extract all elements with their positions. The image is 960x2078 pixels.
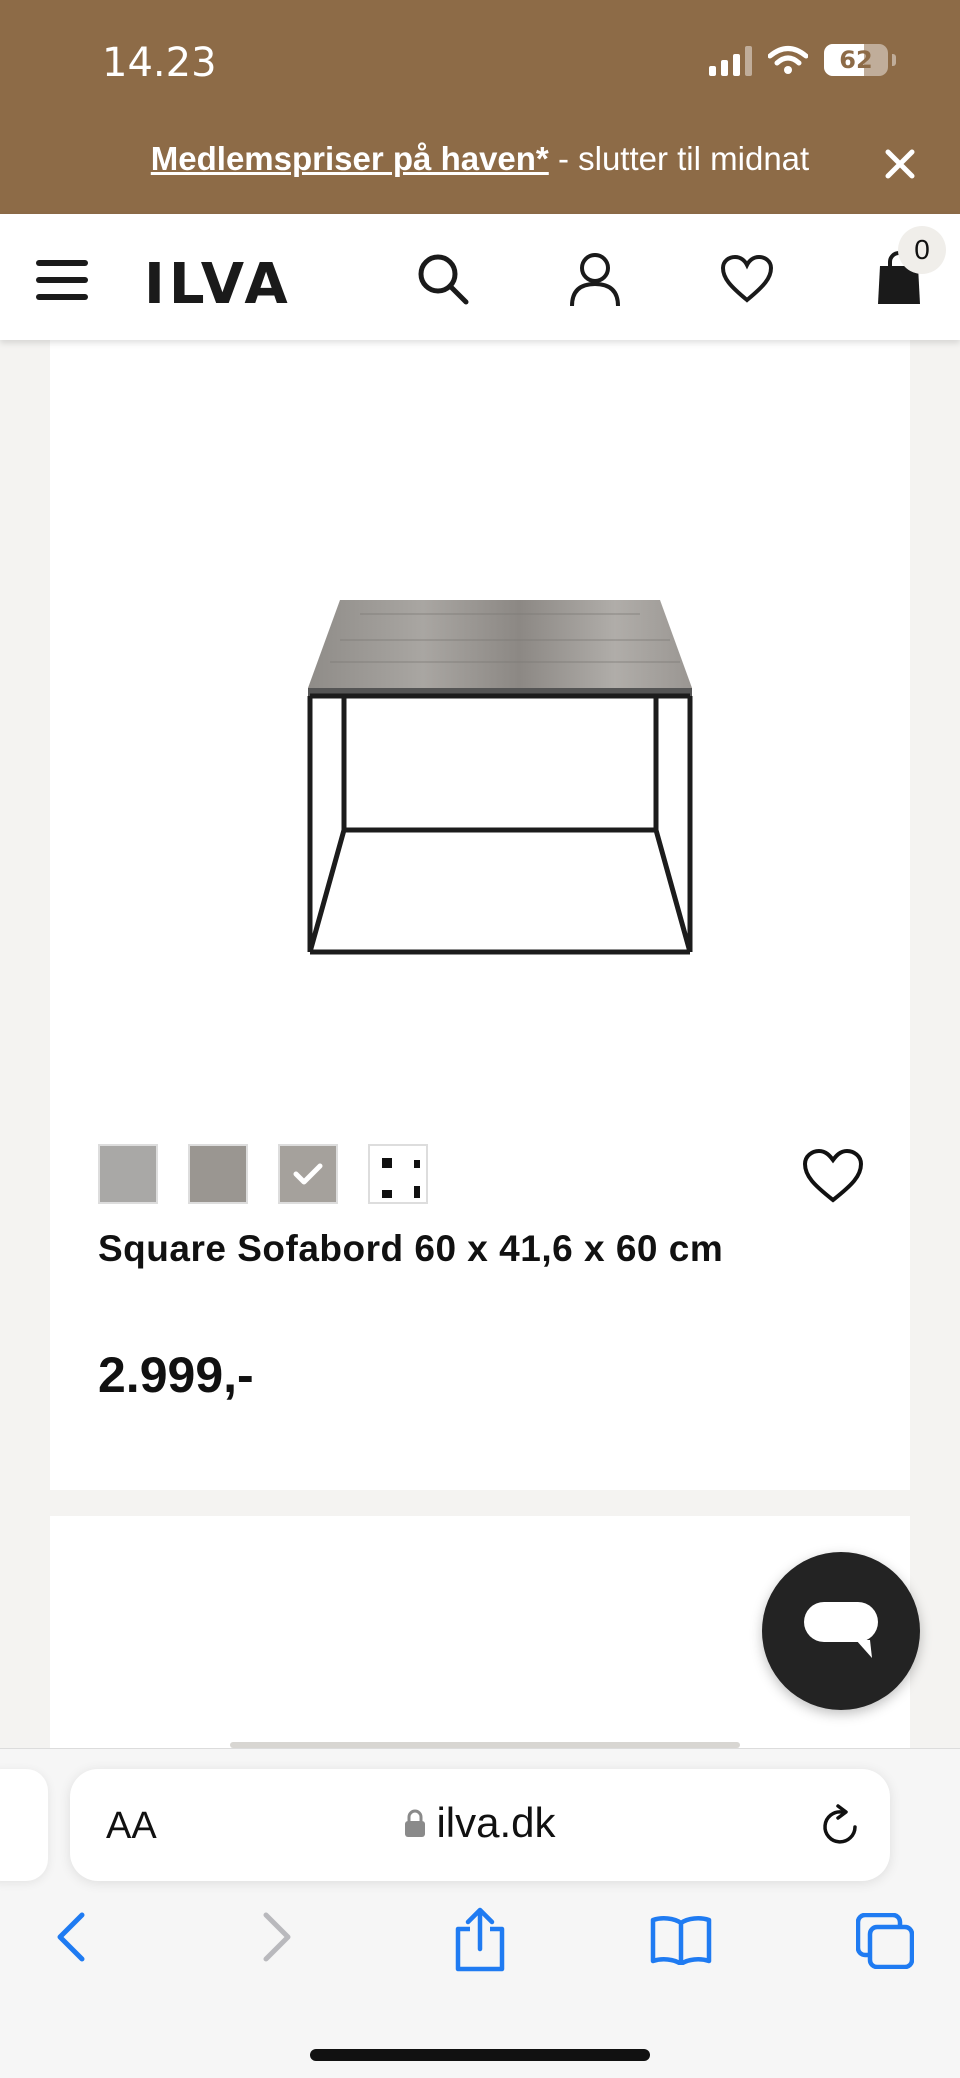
pattern-icon [382, 1158, 420, 1198]
product-name[interactable]: Square Sofabord 60 x 41,6 x 60 cm [98, 1228, 723, 1270]
site-header: ILVA 0 [0, 214, 960, 340]
previous-tab-preview[interactable] [0, 1769, 48, 1881]
check-icon [293, 1163, 323, 1185]
chat-icon [804, 1602, 878, 1658]
close-icon[interactable] [880, 144, 920, 184]
share-icon[interactable] [452, 1907, 508, 1973]
reload-icon[interactable] [820, 1803, 862, 1847]
url-text: ilva.dk [436, 1799, 556, 1846]
signal-icon [709, 44, 752, 76]
wifi-icon [768, 46, 808, 74]
promo-text: Medlemspriser på haven* - slutter til mi… [0, 140, 960, 178]
cart-count-badge: 0 [898, 226, 946, 274]
status-icons: 62 [709, 44, 896, 76]
swatch-light-grey[interactable] [98, 1144, 158, 1204]
home-indicator[interactable] [310, 2049, 650, 2061]
back-icon[interactable] [52, 1909, 88, 1965]
forward-icon[interactable] [260, 1909, 296, 1965]
account-icon[interactable] [568, 252, 622, 308]
url-display[interactable]: ilva.dk [70, 1799, 890, 1847]
browser-toolbar: AA ilva.dk [0, 1748, 960, 2078]
battery-icon: 62 [824, 44, 888, 76]
color-swatches [98, 1144, 428, 1204]
status-time: 14.23 [102, 40, 217, 86]
coffee-table-image[interactable] [300, 600, 700, 980]
address-bar[interactable]: AA ilva.dk [70, 1769, 890, 1881]
product-price: 2.999,- [98, 1347, 254, 1403]
wishlist-heart-icon[interactable] [802, 1148, 864, 1204]
lock-icon [405, 1809, 426, 1837]
product-card[interactable]: Square Sofabord 60 x 41,6 x 60 cm 2.999,… [50, 340, 910, 1490]
promo-banner [0, 0, 960, 214]
chat-button[interactable] [762, 1552, 920, 1710]
ilva-logo[interactable]: ILVA [144, 252, 292, 317]
tabs-icon[interactable] [856, 1913, 914, 1969]
swatch-grey[interactable] [188, 1144, 248, 1204]
promo-rest-text: - slutter til midnat [548, 140, 810, 177]
swatch-selected[interactable] [278, 1144, 338, 1204]
heart-icon[interactable] [720, 254, 774, 304]
battery-tip [892, 54, 896, 66]
menu-icon[interactable] [36, 258, 88, 302]
search-icon[interactable] [416, 252, 470, 306]
battery-level: 62 [839, 46, 873, 74]
bookmarks-icon[interactable] [650, 1915, 712, 1965]
promo-link[interactable]: Medlemspriser på haven* [151, 140, 549, 177]
swatch-pattern[interactable] [368, 1144, 428, 1204]
